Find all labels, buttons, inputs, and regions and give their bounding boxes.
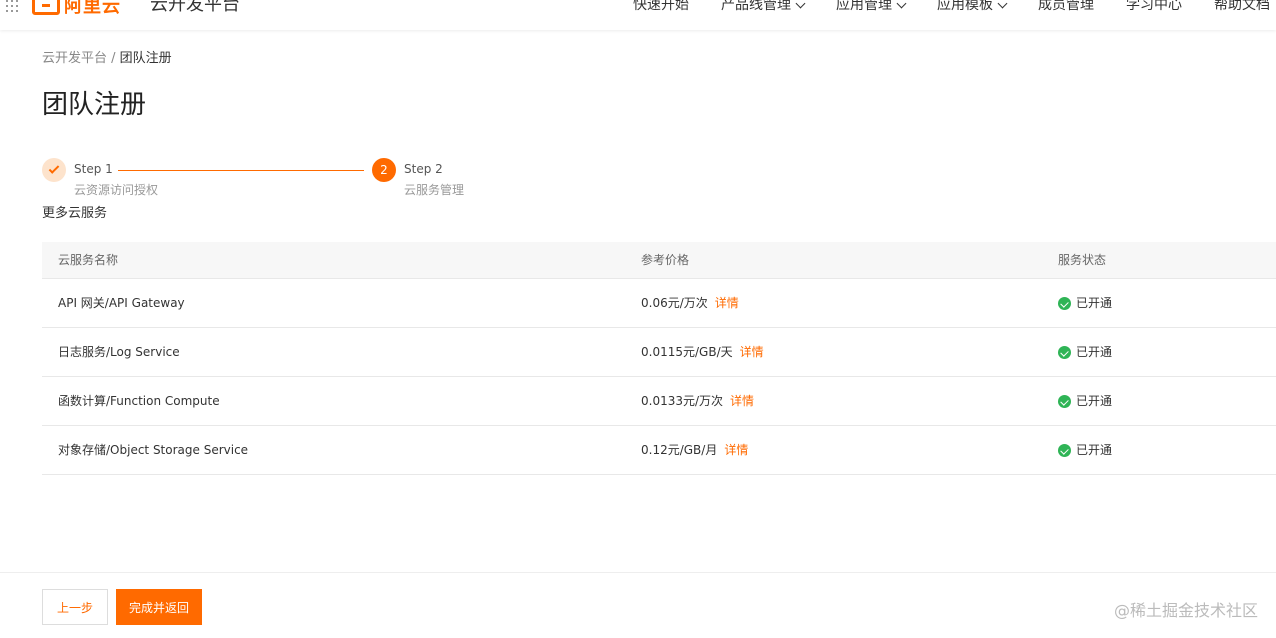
service-name: API 网关/API Gateway xyxy=(58,296,185,310)
column-header-price: 参考价格 xyxy=(641,253,690,267)
table-row: API 网关/API Gateway 0.06元/万次 详情 已开通 xyxy=(42,279,1276,328)
service-status: 已开通 xyxy=(1076,296,1113,310)
nav-label: 快速开始 xyxy=(633,0,689,13)
service-status: 已开通 xyxy=(1076,443,1113,457)
service-status: 已开通 xyxy=(1076,394,1113,408)
services-table: 云服务名称 参考价格 服务状态 API 网关/API Gateway 0.06元… xyxy=(42,242,1276,475)
check-icon xyxy=(48,163,60,174)
column-header-status: 服务状态 xyxy=(1058,253,1107,267)
service-status: 已开通 xyxy=(1076,345,1113,359)
breadcrumb-separator: / xyxy=(107,51,120,66)
nav-help-docs[interactable]: 帮助文档 xyxy=(1214,0,1270,14)
detail-link[interactable]: 详情 xyxy=(730,394,754,408)
nav-quick-start[interactable]: 快速开始 xyxy=(633,0,689,14)
nav-label: 产品线管理 xyxy=(721,0,791,13)
watermark: @稀土掘金技术社区 xyxy=(1113,601,1258,620)
step-connector xyxy=(118,170,364,171)
nav-label: 应用模板 xyxy=(937,0,993,13)
service-price-cell: 0.0133元/万次 详情 xyxy=(641,393,754,409)
service-price-cell: 0.0115元/GB/天 详情 xyxy=(641,344,764,360)
service-status-cell: 已开通 xyxy=(1058,295,1112,311)
nav-label: 学习中心 xyxy=(1126,0,1182,13)
nav-label: 帮助文档 xyxy=(1214,0,1270,13)
check-circle-icon xyxy=(1058,443,1071,457)
chevron-down-icon xyxy=(997,0,1008,8)
service-price: 0.0115元/GB/天 xyxy=(641,345,733,359)
service-price-cell: 0.06元/万次 详情 xyxy=(641,295,739,311)
previous-step-button[interactable]: 上一步 xyxy=(42,589,108,625)
brand-name: 阿里云 xyxy=(64,0,121,17)
nav-app-management[interactable]: 应用管理 xyxy=(836,0,907,14)
section-title: 更多云服务 xyxy=(42,206,108,221)
breadcrumb: 云开发平台 / 团队注册 xyxy=(42,50,172,68)
table-row: 对象存储/Object Storage Service 0.12元/GB/月 详情… xyxy=(42,426,1276,475)
finish-and-return-button[interactable]: 完成并返回 xyxy=(116,589,202,625)
detail-link[interactable]: 详情 xyxy=(724,443,748,457)
service-status-cell: 已开通 xyxy=(1058,442,1112,458)
nav-label: 成员管理 xyxy=(1038,0,1094,13)
service-name: 函数计算/Function Compute xyxy=(58,394,220,408)
breadcrumb-root[interactable]: 云开发平台 xyxy=(42,51,107,66)
step-1-title: Step 1 xyxy=(74,162,113,176)
step-1-done-indicator xyxy=(42,158,66,182)
step-2-desc: 云服务管理 xyxy=(404,183,465,197)
chevron-down-icon xyxy=(795,0,806,8)
detail-link[interactable]: 详情 xyxy=(715,296,739,310)
service-status-cell: 已开通 xyxy=(1058,344,1112,360)
service-status-cell: 已开通 xyxy=(1058,393,1112,409)
table-header: 云服务名称 参考价格 服务状态 xyxy=(42,242,1276,279)
step-2-indicator: 2 xyxy=(372,158,396,182)
top-navbar: 阿里云 云开发平台 快速开始 产品线管理 应用管理 应用模板 成员管理 学习中心… xyxy=(0,0,1276,30)
table-row: 函数计算/Function Compute 0.0133元/万次 详情 已开通 xyxy=(42,377,1276,426)
service-name: 日志服务/Log Service xyxy=(58,345,180,359)
page-title: 团队注册 xyxy=(42,90,147,120)
column-header-name: 云服务名称 xyxy=(58,253,119,267)
platform-name: 云开发平台 xyxy=(150,0,240,15)
check-circle-icon xyxy=(1058,394,1071,408)
check-circle-icon xyxy=(1058,296,1071,310)
step-1-desc: 云资源访问授权 xyxy=(74,183,159,197)
main-nav: 快速开始 产品线管理 应用管理 应用模板 成员管理 学习中心 帮助文档 xyxy=(633,0,1270,14)
nav-label: 应用管理 xyxy=(836,0,892,13)
nav-product-line[interactable]: 产品线管理 xyxy=(721,0,806,14)
table-row: 日志服务/Log Service 0.0115元/GB/天 详情 已开通 xyxy=(42,328,1276,377)
service-price-cell: 0.12元/GB/月 详情 xyxy=(641,442,748,458)
app-grid-icon[interactable] xyxy=(6,0,20,12)
service-name: 对象存储/Object Storage Service xyxy=(58,443,249,457)
service-price: 0.12元/GB/月 xyxy=(641,443,718,457)
nav-learning-center[interactable]: 学习中心 xyxy=(1126,0,1182,14)
detail-link[interactable]: 详情 xyxy=(740,345,764,359)
nav-members[interactable]: 成员管理 xyxy=(1038,0,1094,14)
footer-action-bar: 上一步 完成并返回 @稀土掘金技术社区 xyxy=(0,572,1276,638)
breadcrumb-current: 团队注册 xyxy=(119,51,172,66)
nav-app-templates[interactable]: 应用模板 xyxy=(937,0,1008,14)
chevron-down-icon xyxy=(896,0,907,8)
check-circle-icon xyxy=(1058,345,1071,359)
service-price: 0.06元/万次 xyxy=(641,296,708,310)
step-2-title: Step 2 xyxy=(404,162,443,176)
aliyun-logo-icon xyxy=(32,0,60,15)
aliyun-logo[interactable]: 阿里云 xyxy=(32,0,121,17)
service-price: 0.0133元/万次 xyxy=(641,394,724,408)
